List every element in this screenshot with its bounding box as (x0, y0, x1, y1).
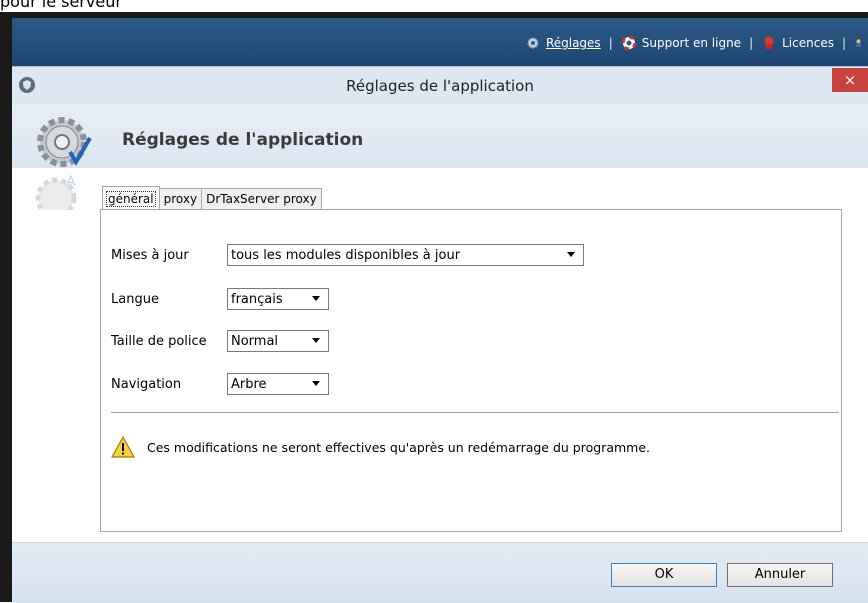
header-title: Réglages de l'application (122, 130, 364, 150)
language-row: Langue français (111, 288, 329, 310)
svg-text:A: A (66, 174, 76, 190)
tab-general[interactable]: général (102, 186, 160, 209)
chevron-down-icon (312, 381, 320, 386)
navigation-value: Arbre (231, 376, 267, 392)
faded-gear-icon: A (35, 174, 77, 210)
warning-icon (111, 436, 135, 458)
licenses-link[interactable]: Licences (761, 35, 834, 51)
chevron-down-icon (312, 296, 320, 301)
settings-dialog: Réglages de l'application × Réglages de … (12, 66, 868, 603)
fontsize-value: Normal (231, 333, 279, 349)
close-button[interactable]: × (832, 68, 868, 92)
dialog-footer: OK Annuler (12, 542, 868, 603)
restart-note: Ces modifications ne seront effectives q… (111, 436, 650, 458)
gear-icon (527, 37, 539, 49)
window-title: Réglages de l'application (346, 77, 534, 95)
support-link[interactable]: Support en ligne (621, 35, 741, 51)
dialog-header: Réglages de l'application (12, 104, 868, 168)
ok-button[interactable]: OK (611, 563, 717, 587)
separator: | (608, 36, 613, 50)
lifebuoy-icon (621, 35, 637, 51)
updates-row: Mises à jour tous les modules disponible… (111, 244, 584, 266)
chevron-down-icon (312, 338, 320, 343)
fontsize-label: Taille de police (111, 333, 207, 349)
settings-gear-check-icon (37, 117, 92, 167)
navigation-row: Navigation Arbre (111, 373, 329, 395)
cancel-button[interactable]: Annuler (727, 563, 833, 587)
tab-drtaxserver-proxy[interactable]: DrTaxServer proxy (201, 188, 322, 209)
tab-strip: général proxy DrTaxServer proxy (102, 186, 322, 209)
divider (111, 412, 839, 413)
ribbon-icon (764, 36, 774, 50)
note-text: Ces modifications ne seront effectives q… (147, 439, 650, 455)
updates-select[interactable]: tous les modules disponibles à jour (227, 244, 584, 266)
dialog-titlebar: Réglages de l'application × (12, 66, 868, 105)
tab-proxy[interactable]: proxy (158, 188, 203, 209)
separator: | (749, 36, 754, 50)
clipped-top-text: pour le serveur (0, 0, 122, 11)
separator: | (841, 36, 846, 50)
updates-label: Mises à jour (111, 247, 189, 263)
language-value: français (231, 291, 283, 307)
general-panel: Mises à jour tous les modules disponible… (100, 209, 842, 532)
user-link[interactable] (854, 35, 868, 51)
top-toolbar: Réglages | Support en ligne | Licences | (12, 18, 868, 66)
language-label: Langue (111, 291, 159, 307)
navigation-label: Navigation (111, 376, 182, 392)
updates-value: tous les modules disponibles à jour (231, 247, 461, 263)
fontsize-select[interactable]: Normal (227, 330, 329, 352)
navigation-select[interactable]: Arbre (227, 373, 329, 395)
fontsize-row: Taille de police Normal (111, 330, 329, 352)
top-links: Réglages | Support en ligne | Licences | (525, 34, 868, 52)
language-select[interactable]: français (227, 288, 329, 310)
chevron-down-icon (567, 252, 575, 257)
settings-link[interactable]: Réglages (525, 35, 601, 51)
user-icon (855, 39, 862, 47)
